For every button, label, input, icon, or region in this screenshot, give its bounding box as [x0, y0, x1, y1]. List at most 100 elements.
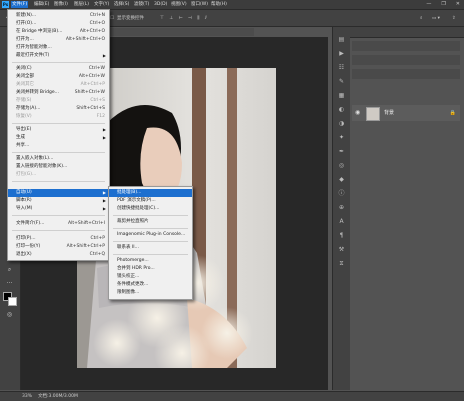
menu-separator: [113, 254, 188, 255]
file-menu-item-revert[interactable]: 恢复(V) F12: [8, 113, 109, 121]
file-menu-item-recent[interactable]: 最近打开文件(T) ▶: [8, 52, 109, 60]
menu-filter[interactable]: 滤镜(T): [133, 1, 150, 8]
blend-mode-row[interactable]: [352, 55, 460, 65]
share-icon[interactable]: ⇪: [452, 15, 456, 22]
file-menu-item-new[interactable]: 新建(N)... Ctrl+N: [8, 12, 109, 20]
timeline-panel-icon[interactable]: ⧖: [337, 259, 346, 268]
automate-item-fit-image[interactable]: 限制图像...: [109, 289, 192, 297]
layers-panel-icon[interactable]: ◆: [337, 175, 346, 184]
history-panel-icon[interactable]: ▤: [337, 35, 346, 44]
layer-thumbnail: [366, 107, 380, 121]
file-menu-item-scripts[interactable]: 脚本(R) ▶: [8, 197, 109, 205]
menu-separator: [113, 228, 188, 229]
file-menu-item-open-smart-object[interactable]: 打开为智能对象...: [8, 44, 109, 52]
menu-image[interactable]: 图像(I): [53, 1, 69, 8]
brush-panel-icon[interactable]: ✎: [337, 77, 346, 86]
menu-separator: [12, 123, 105, 124]
file-menu-item-package[interactable]: 打包(G)...: [8, 171, 109, 179]
close-icon[interactable]: ✕: [456, 1, 460, 8]
more-tools-icon[interactable]: …: [4, 277, 15, 286]
lock-icon: 🔒: [449, 110, 456, 116]
automate-item-batch[interactable]: 批处理(B)...: [109, 189, 192, 197]
file-menu-item-file-info[interactable]: 文件简介(F)... Alt+Shift+Ctrl+I: [8, 220, 109, 228]
automate-item-merge-hdr[interactable]: 合并到 HDR Pro...: [109, 265, 192, 273]
automate-item-crop-straighten[interactable]: 裁剪并拉直照片: [109, 218, 192, 226]
file-menu-item-exit[interactable]: 退出(X) Ctrl+Q: [8, 251, 109, 259]
automate-item-conditional-mode[interactable]: 条件模式更改...: [109, 281, 192, 289]
automate-item-contact-sheet[interactable]: 联系表 II...: [109, 244, 192, 252]
paragraph-panel-icon[interactable]: ¶: [337, 231, 346, 240]
workspace-icon[interactable]: ▭ ▾: [432, 15, 440, 22]
menu-type[interactable]: 文字(Y): [93, 1, 110, 8]
lock-row[interactable]: [352, 69, 460, 79]
eye-icon[interactable]: ◉: [355, 109, 360, 117]
file-menu-item-share[interactable]: 共享...: [8, 142, 109, 150]
automate-item-create-droplet[interactable]: 创建快捷批处理(C)...: [109, 205, 192, 213]
file-menu-item-print-one[interactable]: 打印一份(Y) Alt+Shift+Ctrl+P: [8, 243, 109, 251]
automate-item-lens-correction[interactable]: 镜头校正...: [109, 273, 192, 281]
color-panel-icon[interactable]: ◐: [337, 105, 346, 114]
file-menu-item-open[interactable]: 打开(O)... Ctrl+O: [8, 20, 109, 28]
navigator-panel-icon[interactable]: ⊕: [337, 203, 346, 212]
file-menu-item-generate[interactable]: 生成 ▶: [8, 134, 109, 142]
info-panel-icon[interactable]: ⓘ: [337, 189, 346, 198]
layers-panel: ◉ 背景 🔒: [350, 27, 464, 390]
file-menu-item-print[interactable]: 打印(P)... Ctrl+P: [8, 235, 109, 243]
layers-panel-header: [350, 27, 464, 38]
file-menu-item-place-embedded[interactable]: 置入嵌入对象(L)...: [8, 155, 109, 163]
window-controls: — ❐ ✕: [426, 1, 460, 8]
swatches-panel-icon[interactable]: ▦: [337, 91, 346, 100]
automate-item-photomerge[interactable]: Photomerge...: [109, 257, 192, 265]
align-icons[interactable]: ⊤ ⊥ ⊢ ⊣ ⫼ ⫽: [160, 15, 209, 22]
automate-submenu: 批处理(B)... PDF 演示文稿(P)... 创建快捷批处理(C)... 裁…: [108, 186, 193, 300]
panel-icon-strip: ▤ ▶ ☷ ✎ ▦ ◐ ◑ ✦ ✒ ◎ ◆ ⓘ ⊕ A ¶ ⚒ ⧖: [332, 27, 351, 390]
automate-item-imagenomic[interactable]: Imagenomic Plug-in Console...: [109, 231, 192, 239]
zoom-level[interactable]: 33%: [22, 393, 32, 400]
paths-panel-icon[interactable]: ✒: [337, 147, 346, 156]
character-panel-icon[interactable]: A: [337, 217, 346, 226]
file-menu-item-place-linked[interactable]: 置入链接的智能对象(K)...: [8, 163, 109, 171]
play-actions-icon[interactable]: ▶: [337, 49, 346, 58]
menu-layer[interactable]: 图层(L): [73, 1, 90, 8]
menu-help[interactable]: 帮助(H): [210, 1, 228, 8]
file-menu-item-save[interactable]: 存储(S) Ctrl+S: [8, 97, 109, 105]
automate-item-pdf-presentation[interactable]: PDF 演示文稿(P)...: [109, 197, 192, 205]
show-transform-controls-label: 显示变换控件: [117, 16, 144, 21]
channels-panel-icon[interactable]: ◎: [337, 161, 346, 170]
styles-panel-icon[interactable]: ✦: [337, 133, 346, 142]
menu-view[interactable]: 视图(V): [170, 1, 188, 8]
layer-name: 背景: [384, 110, 395, 116]
file-menu-item-close-go-bridge[interactable]: 关闭并转到 Bridge... Shift+Ctrl+W: [8, 89, 109, 97]
file-menu-item-open-as[interactable]: 打开为... Alt+Shift+Ctrl+O: [8, 36, 109, 44]
tool-presets-icon[interactable]: ⚒: [337, 245, 346, 254]
background-color-swatch[interactable]: [8, 297, 17, 306]
file-menu-item-save-as[interactable]: 存储为(A)... Shift+Ctrl+S: [8, 105, 109, 113]
menu-window[interactable]: 窗口(W): [190, 1, 209, 8]
restore-icon[interactable]: ❐: [441, 1, 445, 8]
file-menu: 新建(N)... Ctrl+N 打开(O)... Ctrl+O 在 Bridge 中…: [7, 9, 110, 261]
menu-separator: [12, 215, 105, 216]
quick-mask-icon[interactable]: ◎: [4, 310, 15, 319]
search-icon[interactable]: ⌕: [420, 15, 423, 22]
menu-3d[interactable]: 3D(D): [153, 1, 168, 8]
layer-filter-row[interactable]: [352, 41, 460, 51]
file-menu-item-import[interactable]: 导入(M) ▶: [8, 205, 109, 213]
show-transform-controls-checkbox[interactable]: ☐: [110, 15, 114, 22]
layer-row-background[interactable]: ◉ 背景 🔒: [352, 105, 460, 121]
file-menu-item-close-all[interactable]: 关闭全部 Alt+Ctrl+W: [8, 73, 109, 81]
menu-edit[interactable]: 编辑(E): [33, 1, 50, 8]
document-size: 文档:3.00M/3.00M: [38, 394, 78, 399]
file-menu-item-browse-bridge[interactable]: 在 Bridge 中浏览(B)... Alt+Ctrl+O: [8, 28, 109, 36]
adjustments-panel-icon[interactable]: ◑: [337, 119, 346, 128]
menu-file[interactable]: 文件(F): [11, 1, 29, 8]
file-menu-item-close[interactable]: 关闭(C) Ctrl+W: [8, 65, 109, 73]
file-menu-item-export[interactable]: 导出(E) ▶: [8, 126, 109, 134]
file-menu-item-close-others[interactable]: 关闭其它 Alt+Ctrl+P: [8, 81, 109, 89]
menu-separator: [113, 241, 188, 242]
menu-select[interactable]: 选择(S): [113, 1, 130, 8]
photoshop-logo-icon: Ps: [2, 1, 9, 8]
properties-panel-icon[interactable]: ☷: [337, 63, 346, 72]
file-menu-item-automate[interactable]: 自动(U) ▶: [8, 189, 109, 197]
minimize-icon[interactable]: —: [426, 1, 431, 8]
zoom-tool-icon[interactable]: ⌕: [4, 265, 15, 274]
